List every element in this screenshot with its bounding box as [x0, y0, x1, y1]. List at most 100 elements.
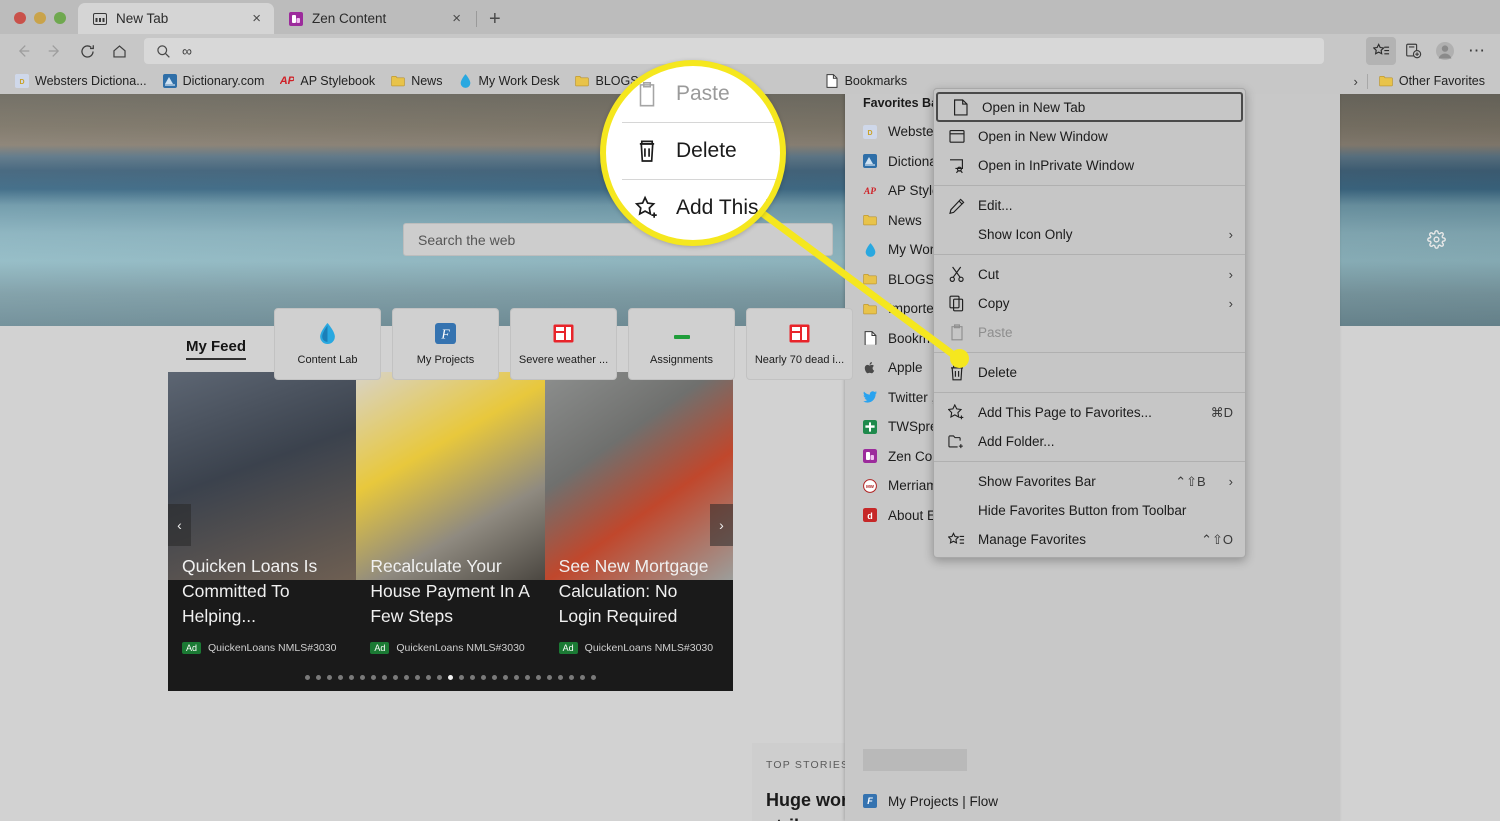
tab-zen-content[interactable]: Zen Content ×: [274, 3, 474, 34]
forward-button[interactable]: [40, 37, 70, 65]
ad-source: QuickenLoans NMLS#3030: [208, 642, 337, 654]
gear-icon[interactable]: [1427, 230, 1446, 249]
carousel-dot[interactable]: [580, 675, 585, 680]
carousel-dot[interactable]: [327, 675, 332, 680]
context-menu-item-show-favorites-bar[interactable]: Show Favorites Bar ⌃⇧B ›: [934, 467, 1245, 496]
context-menu-item-label: Paste: [978, 325, 1013, 340]
context-menu-item-open-in-new-tab[interactable]: Open in New Tab: [936, 92, 1243, 122]
favbar-item-bookmarks[interactable]: Bookmarks: [818, 72, 915, 90]
web-search-input[interactable]: Search the web: [403, 223, 833, 256]
minimize-window-button[interactable]: [34, 12, 46, 24]
tab-close-button[interactable]: ×: [449, 11, 464, 26]
favbar-other-favorites[interactable]: Other Favorites: [1372, 72, 1492, 90]
context-menu-item-manage-favorites[interactable]: Manage Favorites ⌃⇧O: [934, 525, 1245, 554]
inprivate-icon: [948, 157, 965, 174]
carousel-dot[interactable]: [338, 675, 343, 680]
context-menu-item-cut[interactable]: Cut ›: [934, 260, 1245, 289]
ad-card[interactable]: See New Mortgage Calculation: No Login R…: [545, 542, 733, 654]
context-menu-item-copy[interactable]: Copy ›: [934, 289, 1245, 318]
carousel-dot[interactable]: [415, 675, 420, 680]
favbar-item-label: Websters Dictiona...: [35, 74, 147, 88]
document-icon: [825, 74, 839, 88]
carousel-dot[interactable]: [492, 675, 497, 680]
context-menu-item-hide-favorites-button-from-toolbar[interactable]: Hide Favorites Button from Toolbar: [934, 496, 1245, 525]
assignments-icon: [671, 323, 693, 345]
context-menu-item-add-folder[interactable]: Add Folder...: [934, 427, 1245, 456]
favbar-item-my-work-desk[interactable]: My Work Desk: [451, 72, 566, 90]
context-menu-item-open-in-inprivate-window[interactable]: Open in InPrivate Window: [934, 151, 1245, 180]
panel-favorite-label: News: [888, 212, 922, 228]
context-menu-item-delete[interactable]: Delete: [934, 358, 1245, 387]
carousel-dot[interactable]: [437, 675, 442, 680]
refresh-button[interactable]: [72, 37, 102, 65]
chevron-right-icon: ›: [1228, 227, 1233, 242]
panel-footer-item[interactable]: F My Projects | Flow: [845, 787, 1340, 815]
close-window-button[interactable]: [14, 12, 26, 24]
carousel-dot[interactable]: [514, 675, 519, 680]
carousel-prev-button[interactable]: ‹: [168, 504, 191, 546]
context-menu-item-paste: Paste: [934, 318, 1245, 347]
carousel-dot[interactable]: [371, 675, 376, 680]
flow-icon: F: [863, 794, 877, 808]
carousel-dot[interactable]: [470, 675, 475, 680]
context-menu-item-open-in-new-window[interactable]: Open in New Window: [934, 122, 1245, 151]
context-menu-item-label: Cut: [978, 267, 1000, 282]
search-placeholder: Search the web: [418, 231, 516, 248]
new-tab-button[interactable]: +: [479, 9, 511, 34]
feed-tab-my-feed[interactable]: My Feed: [186, 338, 247, 360]
carousel-dots[interactable]: [168, 675, 733, 680]
favorites-star-icon[interactable]: [1366, 37, 1396, 65]
zoom-window-button[interactable]: [54, 12, 66, 24]
dictionary-icon: [162, 74, 177, 88]
carousel-dot[interactable]: [360, 675, 365, 680]
favbar-item-websters[interactable]: D Websters Dictiona...: [8, 72, 154, 90]
quick-link-tile[interactable]: Content Lab: [274, 308, 381, 380]
tab-close-button[interactable]: ×: [249, 11, 264, 26]
favbar-overflow-chevron[interactable]: ›: [1349, 74, 1363, 89]
quick-link-label: Content Lab: [297, 353, 358, 366]
carousel-dot[interactable]: [547, 675, 552, 680]
scissors-icon: [948, 266, 965, 283]
quick-link-tile[interactable]: F My Projects: [392, 308, 499, 380]
carousel-next-button[interactable]: ›: [710, 504, 733, 546]
ad-card-title: See New Mortgage Calculation: No Login R…: [558, 556, 709, 626]
carousel-dot[interactable]: [426, 675, 431, 680]
carousel-dot[interactable]: [591, 675, 596, 680]
profile-avatar-icon[interactable]: [1430, 37, 1460, 65]
ad-card[interactable]: Recalculate Your House Payment In A Few …: [356, 542, 544, 654]
carousel-dot[interactable]: [382, 675, 387, 680]
carousel-dot[interactable]: [316, 675, 321, 680]
carousel-dot[interactable]: [305, 675, 310, 680]
home-button[interactable]: [104, 37, 134, 65]
carousel-dot[interactable]: [558, 675, 563, 680]
favbar-item-news-folder[interactable]: News: [384, 72, 449, 90]
carousel-dot[interactable]: [569, 675, 574, 680]
back-button[interactable]: [8, 37, 38, 65]
carousel-dot[interactable]: [481, 675, 486, 680]
carousel-dot[interactable]: [404, 675, 409, 680]
droplet-icon: [863, 242, 877, 257]
context-menu-item-edit[interactable]: Edit...: [934, 191, 1245, 220]
carousel-dot[interactable]: [393, 675, 398, 680]
ad-card[interactable]: Quicken Loans Is Committed To Helping...…: [168, 542, 356, 654]
carousel-dot[interactable]: [503, 675, 508, 680]
context-menu-item-show-icon-only[interactable]: Show Icon Only ›: [934, 220, 1245, 249]
favbar-item-dictionary[interactable]: Dictionary.com: [156, 72, 272, 90]
quick-link-tile[interactable]: Assignments: [628, 308, 735, 380]
chevron-right-icon: ›: [719, 517, 724, 533]
quick-link-tile[interactable]: Severe weather ...: [510, 308, 617, 380]
tab-new-tab[interactable]: New Tab ×: [78, 3, 274, 34]
carousel-dot[interactable]: [525, 675, 530, 680]
quick-link-tile[interactable]: Nearly 70 dead i...: [746, 308, 853, 380]
collections-icon[interactable]: [1398, 37, 1428, 65]
no-icon: [948, 226, 965, 243]
address-bar[interactable]: ∞: [144, 38, 1324, 64]
context-menu-item-add-this-page-to-favorites[interactable]: Add This Page to Favorites... ⌘D: [934, 398, 1245, 427]
carousel-dot[interactable]: [536, 675, 541, 680]
settings-more-button[interactable]: ⋯: [1462, 37, 1492, 65]
carousel-dot[interactable]: [349, 675, 354, 680]
carousel-dot[interactable]: [459, 675, 464, 680]
favbar-item-ap-stylebook[interactable]: AP AP Stylebook: [273, 72, 382, 90]
ad-card-meta: Ad QuickenLoans NMLS#3030: [558, 642, 719, 654]
carousel-dot[interactable]: [448, 675, 453, 680]
